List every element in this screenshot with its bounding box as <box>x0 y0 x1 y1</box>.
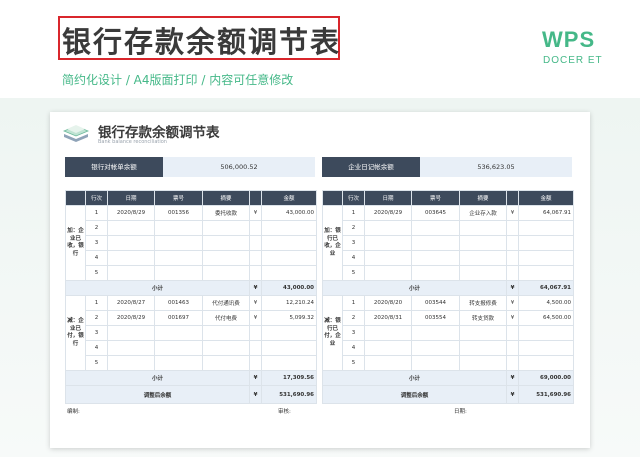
table-row: 4 <box>323 250 574 266</box>
adjusted-balance-row: 调整后余额 ¥ 531,690.96 <box>65 385 317 404</box>
brand-logo: WPS <box>542 27 596 52</box>
subtotal-value: 64,067.91 <box>518 280 574 296</box>
subtotal-label: 小计 <box>65 280 250 296</box>
table-row: 加：企业已收，银行 1 2020/8/29 001356 委托收款 ¥ 43,0… <box>65 205 317 281</box>
company-side-table: 行次 日期 票号 摘要 金额 加：银行已收，企业 1 2020/8/29 003… <box>322 190 574 404</box>
subtotal-row: 小计 ¥ 69,000.00 <box>322 370 574 386</box>
table-row: 4 <box>66 250 317 266</box>
col-header-currency <box>249 190 262 206</box>
table-row: 5 <box>66 355 317 371</box>
company-balance-label: 企业日记帐余额 <box>322 157 420 177</box>
adjusted-balance-value: 531,690.96 <box>261 385 317 404</box>
bank-balance-label: 银行对帐单余额 <box>65 157 163 177</box>
col-header-blank <box>322 190 343 206</box>
table-row: 2 2020/8/31 003554 转支贷款 ¥ 64,500.00 <box>323 310 574 326</box>
col-header-amount: 金额 <box>518 190 574 206</box>
table-row: 5 <box>66 265 317 281</box>
subtotal-label: 小计 <box>65 370 250 386</box>
table-row: 5 <box>323 355 574 371</box>
sheet-title: 银行存款余额调节表 <box>98 125 220 141</box>
col-header-amount: 金额 <box>261 190 317 206</box>
bank-side-table: 行次 日期 票号 摘要 金额 加：企业已收，银行 1 2020/8/29 001… <box>65 190 317 404</box>
col-header-desc: 摘要 <box>202 190 250 206</box>
page-title: 银行存款余额调节表 <box>62 25 342 59</box>
subtotal-value: 17,309.56 <box>261 370 317 386</box>
bank-balance-value: 506,000.52 <box>163 157 315 177</box>
sheet-subtitle: Bank balance reconciliation <box>98 139 167 145</box>
subtotal-row: 小计 ¥ 17,309.56 <box>65 370 317 386</box>
add-section-label: 加：企业已收，银行 <box>65 205 86 281</box>
subtract-section-label: 减：银行已付，企业 <box>322 295 343 371</box>
adjusted-balance-label: 调整后余额 <box>322 385 507 404</box>
brand-sub: DOCER ET <box>543 55 603 66</box>
col-header-desc: 摘要 <box>459 190 507 206</box>
table-row: 4 <box>66 340 317 356</box>
table-row: 5 <box>323 265 574 281</box>
add-section-label: 加：银行已收，企业 <box>322 205 343 281</box>
page-subtitle: 简约化设计 / A4版面打印 / 内容可任意修改 <box>62 73 294 87</box>
sheet-preview: 银行存款余额调节表 Bank balance reconciliation 银行… <box>50 112 590 448</box>
stacked-layers-icon <box>63 125 89 142</box>
table-row: 2 <box>66 220 317 236</box>
prepared-by-label: 编制: <box>67 409 80 415</box>
table-row: 减：企业已付，银行 1 2020/8/27 001463 代付通讯费 ¥ 12,… <box>65 295 317 371</box>
subtotal-value: 69,000.00 <box>518 370 574 386</box>
reviewer-label: 审核: <box>278 409 291 415</box>
col-header-blank <box>65 190 86 206</box>
subtotal-label: 小计 <box>322 370 507 386</box>
table-row: 3 <box>323 235 574 251</box>
adjusted-balance-row: 调整后余额 ¥ 531,690.96 <box>322 385 574 404</box>
col-header-date: 日期 <box>364 190 412 206</box>
col-header-row-no: 行次 <box>85 190 108 206</box>
adjusted-balance-label: 调整后余额 <box>65 385 250 404</box>
table-row: 4 <box>323 340 574 356</box>
col-header-ticket: 票号 <box>411 190 460 206</box>
subtotal-row: 小计 ¥ 64,067.91 <box>322 280 574 296</box>
subtract-section-label: 减：企业已付，银行 <box>65 295 86 371</box>
table-row: 3 <box>66 325 317 341</box>
col-header-currency <box>506 190 519 206</box>
table-row: 减：银行已付，企业 1 2020/8/20 003544 转支报修费 ¥ 4,5… <box>322 295 574 371</box>
col-header-ticket: 票号 <box>154 190 203 206</box>
table-row: 2 <box>323 220 574 236</box>
table-row: 3 <box>66 235 317 251</box>
table-row: 加：银行已收，企业 1 2020/8/29 003645 企业存入款 ¥ 64,… <box>322 205 574 281</box>
table-row: 2 2020/8/29 001697 代付电费 ¥ 5,099.32 <box>66 310 317 326</box>
table-row: 3 <box>323 325 574 341</box>
company-balance-value: 536,623.05 <box>420 157 572 177</box>
col-header-row-no: 行次 <box>342 190 365 206</box>
date-label: 日期: <box>454 409 467 415</box>
adjusted-balance-value: 531,690.96 <box>518 385 574 404</box>
col-header-date: 日期 <box>107 190 155 206</box>
subtotal-value: 43,000.00 <box>261 280 317 296</box>
subtotal-label: 小计 <box>322 280 507 296</box>
subtotal-row: 小计 ¥ 43,000.00 <box>65 280 317 296</box>
